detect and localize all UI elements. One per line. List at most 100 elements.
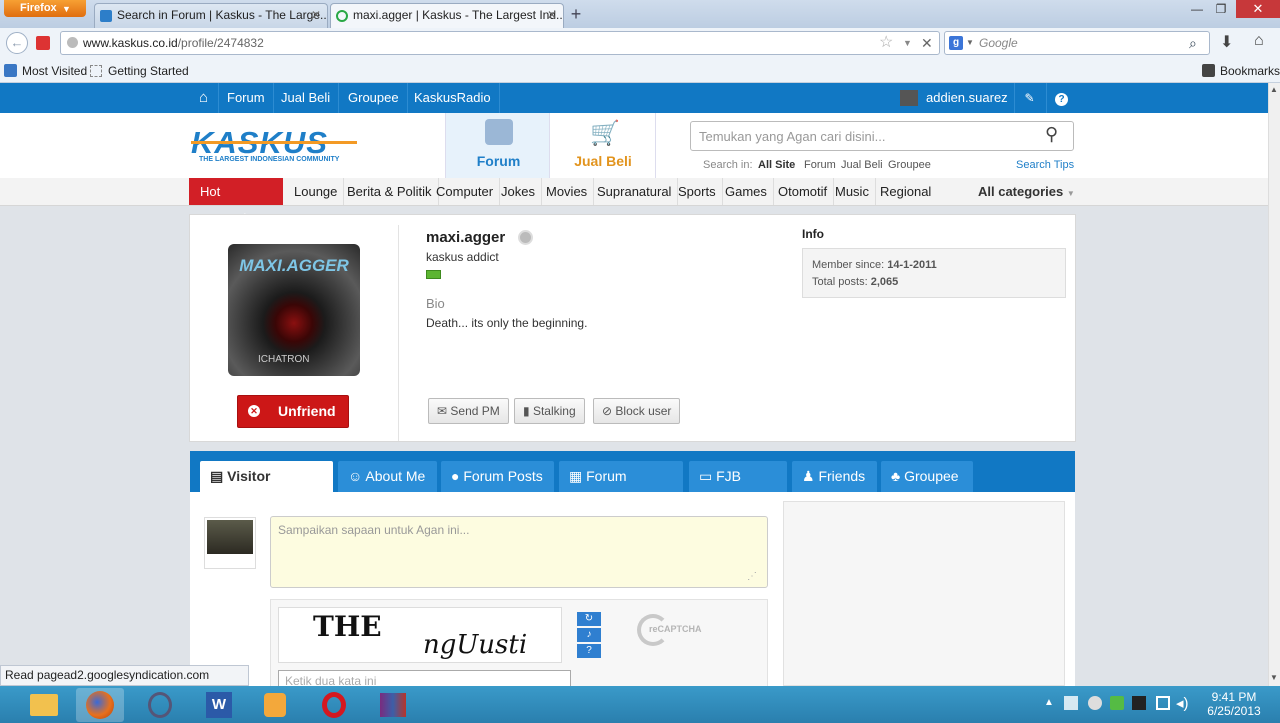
hot-categories-button[interactable]: Hot categories bbox=[189, 178, 283, 226]
chevron-down-icon[interactable]: ▼ bbox=[903, 32, 912, 54]
category-lounge[interactable]: Lounge bbox=[288, 178, 345, 205]
tab-forum-posts[interactable]: ● Forum Posts bbox=[441, 461, 554, 492]
avatar[interactable] bbox=[900, 90, 918, 106]
tab-groupee[interactable]: ♣ Groupee bbox=[881, 461, 973, 492]
window-close-button[interactable]: ✕ bbox=[1236, 0, 1280, 18]
search-icon[interactable]: ⚲ bbox=[1045, 124, 1058, 145]
audio-icon[interactable]: ♪ bbox=[577, 628, 601, 642]
my-avatar bbox=[204, 517, 256, 569]
download-icon[interactable]: ⬇ bbox=[1220, 32, 1233, 52]
google-icon[interactable]: g bbox=[949, 36, 963, 50]
scope-forum[interactable]: Forum bbox=[804, 159, 836, 171]
category-movies[interactable]: Movies bbox=[540, 178, 595, 205]
network-icon[interactable] bbox=[1156, 696, 1170, 710]
category-sports[interactable]: Sports bbox=[672, 178, 723, 205]
all-categories-label: All categories bbox=[978, 184, 1064, 199]
category-otomotif[interactable]: Otomotif bbox=[772, 178, 835, 205]
block-user-button[interactable]: ⊘ Block user bbox=[593, 398, 681, 424]
send-pm-label: Send PM bbox=[450, 404, 500, 418]
volume-icon[interactable]: ◂) bbox=[1176, 694, 1189, 712]
send-pm-button[interactable]: ✉ Send PM bbox=[428, 398, 509, 424]
unfriend-button[interactable]: ✕ Unfriend bbox=[237, 395, 349, 428]
bookmark-getting-started[interactable]: Getting Started bbox=[108, 60, 189, 82]
site-search-input[interactable]: Temukan yang Agan cari disini... ⚲ bbox=[690, 121, 1074, 151]
bio-label: Bio bbox=[426, 296, 445, 311]
scope-groupee[interactable]: Groupee bbox=[888, 159, 931, 171]
scope-all-site[interactable]: All Site bbox=[758, 159, 795, 171]
profile-card: MAXI.AGGER ICHATRON ✕ Unfriend maxi.agge… bbox=[189, 214, 1076, 442]
header-tab-jual-beli[interactable]: 🛒 Jual Beli bbox=[550, 113, 656, 178]
bookmarks-menu-button[interactable]: Bookmarks bbox=[1220, 60, 1280, 82]
close-tab-icon[interactable]: ✕ bbox=[547, 4, 557, 27]
tab-profile[interactable]: maxi.agger | Kaskus - The Largest Ind...… bbox=[330, 3, 564, 28]
search-icon[interactable]: ⌕ bbox=[1189, 32, 1197, 54]
tray-app-icon[interactable] bbox=[1088, 696, 1102, 710]
scope-jual-beli[interactable]: Jual Beli bbox=[841, 159, 883, 171]
all-categories-button[interactable]: All categories ▼ bbox=[978, 178, 1075, 207]
scroll-up-icon[interactable]: ▲ bbox=[1270, 85, 1278, 94]
help-icon[interactable]: ? bbox=[577, 644, 601, 658]
opera-icon[interactable] bbox=[310, 688, 358, 722]
tab-fjb-store[interactable]: ▭ FJB Store bbox=[689, 461, 787, 514]
bookmark-most-visited[interactable]: Most Visited bbox=[22, 60, 87, 82]
minimize-icon[interactable]: — bbox=[1186, 0, 1208, 18]
category-bar: Hot categories Lounge Berita & Politik C… bbox=[0, 178, 1268, 226]
category-music[interactable]: Music bbox=[829, 178, 876, 205]
category-berita-politik[interactable]: Berita & Politik bbox=[341, 178, 439, 205]
addon-icon[interactable] bbox=[36, 36, 50, 50]
page-scrollbar[interactable]: ▲ ▼ bbox=[1268, 83, 1280, 686]
clock[interactable]: 9:41 PM 6/25/2013 bbox=[1200, 690, 1268, 718]
media-player-icon[interactable] bbox=[250, 688, 298, 722]
avatar-subtitle: ICHATRON bbox=[258, 354, 310, 365]
search-bar[interactable]: g ▼ Google ⌕ bbox=[944, 31, 1210, 55]
mail-icon: ✉ bbox=[437, 404, 448, 418]
back-button[interactable]: ← bbox=[6, 32, 28, 54]
close-tab-icon[interactable]: ✕ bbox=[311, 4, 321, 27]
winrar-icon[interactable] bbox=[368, 688, 416, 722]
search-tips-link[interactable]: Search Tips bbox=[1016, 159, 1074, 171]
firefox-icon[interactable] bbox=[76, 688, 124, 722]
firefox-menu-button[interactable]: Firefox bbox=[4, 0, 86, 17]
tray-app2-icon[interactable] bbox=[1132, 696, 1146, 710]
tab-visitor-message[interactable]: ▤ Visitor Message bbox=[200, 461, 333, 514]
tab-about-me[interactable]: ☺ About Me bbox=[338, 461, 437, 492]
address-bar[interactable]: www.kaskus.co.id/profile/2474832 ☆ ▼ ✕ bbox=[60, 31, 940, 55]
chevron-down-icon[interactable]: ▼ bbox=[966, 32, 974, 54]
app-icon[interactable] bbox=[136, 688, 184, 722]
restore-icon[interactable]: ❐ bbox=[1210, 0, 1232, 18]
chevron-down-icon: ▼ bbox=[1066, 189, 1075, 198]
url-host: www.kaskus.co.id bbox=[83, 36, 178, 50]
category-computer[interactable]: Computer bbox=[430, 178, 501, 205]
username-link[interactable]: addien.suarez bbox=[926, 83, 1008, 113]
category-jokes[interactable]: Jokes bbox=[495, 178, 542, 205]
file-explorer-icon[interactable] bbox=[20, 688, 68, 722]
tray-expand-icon[interactable]: ▲ bbox=[1044, 697, 1054, 708]
nav-groupee[interactable]: Groupee bbox=[340, 83, 408, 113]
visitor-message-input[interactable]: Sampaikan sapaan untuk Agan ini... ⋰ bbox=[270, 516, 768, 588]
tray-flag-icon[interactable] bbox=[1064, 696, 1078, 710]
home-icon[interactable]: ⌂ bbox=[189, 83, 219, 113]
category-games[interactable]: Games bbox=[719, 178, 774, 205]
help-icon[interactable]: ? bbox=[1046, 83, 1076, 113]
resize-handle-icon[interactable]: ⋰ bbox=[747, 571, 757, 582]
tray-shield-icon[interactable] bbox=[1110, 696, 1124, 710]
stalking-button[interactable]: ▮ Stalking bbox=[514, 398, 585, 424]
new-tab-button[interactable]: + bbox=[565, 4, 587, 26]
tab-forum-thread[interactable]: ▦ Forum Thread bbox=[559, 461, 683, 514]
stop-icon[interactable]: ✕ bbox=[921, 32, 933, 54]
nav-kaskus-radio[interactable]: KaskusRadio bbox=[406, 83, 500, 113]
nav-forum[interactable]: Forum bbox=[219, 83, 274, 113]
nav-jual-beli[interactable]: Jual Beli bbox=[273, 83, 340, 113]
bookmark-star-icon[interactable]: ☆ bbox=[879, 32, 893, 54]
tab-friends[interactable]: ♟ Friends bbox=[792, 461, 877, 492]
header-tab-forum[interactable]: Forum bbox=[445, 113, 550, 178]
tab-search-forum[interactable]: Search in Forum | Kaskus - The Large... … bbox=[94, 3, 328, 28]
edit-icon[interactable]: ✎ bbox=[1014, 83, 1044, 113]
word-icon[interactable]: W bbox=[194, 688, 242, 722]
scroll-down-icon[interactable]: ▼ bbox=[1270, 673, 1278, 682]
refresh-icon[interactable]: ↻ bbox=[577, 612, 601, 626]
category-regional[interactable]: Regional bbox=[874, 178, 937, 205]
category-supranatural[interactable]: Supranatural bbox=[591, 178, 679, 205]
home-icon[interactable]: ⌂ bbox=[1254, 32, 1264, 50]
page-icon bbox=[90, 65, 102, 77]
